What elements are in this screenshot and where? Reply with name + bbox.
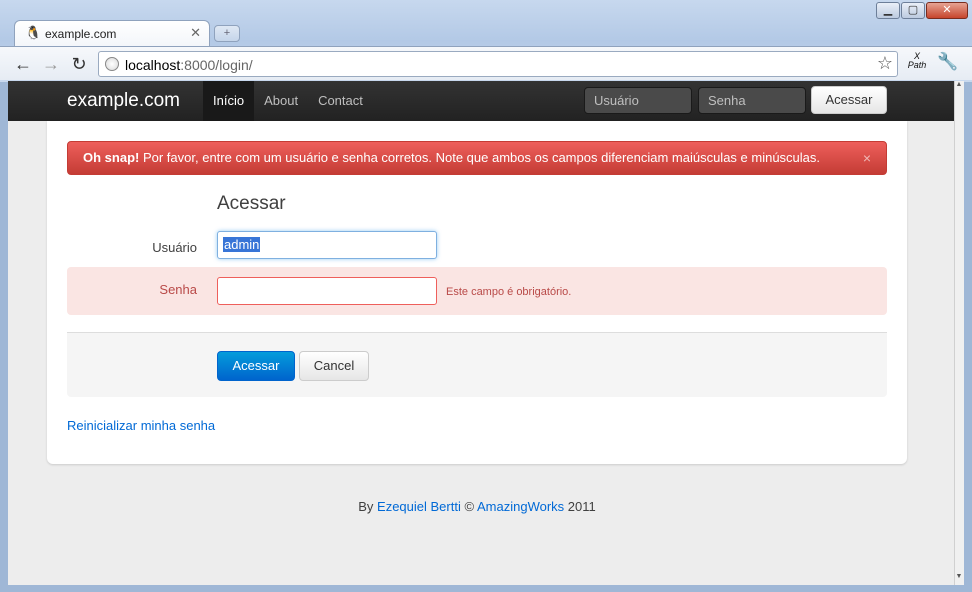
browser-toolbar: ← → ↻ localhost:8000/login/ ☆	[0, 46, 972, 80]
wrench-icon[interactable]: 🔧	[937, 52, 958, 72]
topbar-login-button[interactable]: Acessar	[811, 86, 887, 114]
brand-link[interactable]: example.com	[67, 90, 180, 112]
tab-title: example.com	[45, 27, 117, 41]
company-link[interactable]: AmazingWorks	[477, 499, 564, 514]
topbar-password-input[interactable]: Senha	[698, 87, 806, 114]
reset-password-link[interactable]: Reinicializar minha senha	[67, 418, 215, 433]
nav-item-contact[interactable]: Contact	[308, 81, 373, 121]
page-viewport: example.com Início About Contact Usuário…	[8, 81, 962, 585]
close-window-button[interactable]: ✕	[926, 2, 968, 19]
forward-arrow-icon[interactable]: →	[40, 53, 62, 75]
footer-year: 2011	[567, 499, 596, 514]
browser-tab[interactable]: 🐧 example.com ✕	[14, 20, 210, 46]
nav-item-about[interactable]: About	[254, 81, 308, 121]
username-input[interactable]: admin	[217, 231, 437, 259]
error-alert: Oh snap! Por favor, entre com um usuário…	[67, 141, 887, 175]
username-value: admin	[223, 237, 261, 252]
alert-strong: Oh snap!	[83, 150, 140, 165]
scroll-down-arrow-icon[interactable]: ▼	[954, 573, 964, 580]
xpath-extension-icon[interactable]: X Path	[906, 52, 928, 70]
username-row: Usuário admin	[67, 225, 887, 273]
tab-close-icon[interactable]: ✕	[190, 25, 201, 41]
footer-by: By	[358, 499, 374, 514]
top-nav: Início About Contact	[203, 81, 373, 121]
password-error-help: Este campo é obrigatório.	[446, 286, 572, 298]
globe-icon	[105, 57, 119, 71]
password-label: Senha	[159, 282, 197, 297]
alert-close-icon[interactable]: ×	[863, 142, 871, 174]
reload-icon[interactable]: ↻	[68, 53, 90, 75]
password-row: Senha Este campo é obrigatório.	[67, 267, 887, 315]
alert-message: Por favor, entre com um usuário e senha …	[142, 150, 821, 165]
topbar-username-input[interactable]: Usuário	[584, 87, 692, 114]
form-actions: Acessar Cancel	[67, 332, 887, 397]
nav-item-inicio[interactable]: Início	[203, 81, 255, 121]
minimize-button[interactable]: ▁	[876, 2, 900, 19]
content-box: Oh snap! Por favor, entre com um usuário…	[47, 121, 907, 464]
address-bar[interactable]: localhost:8000/login/ ☆	[98, 51, 898, 77]
scroll-up-arrow-icon[interactable]: ▲	[954, 81, 964, 88]
maximize-button[interactable]: ▢	[901, 2, 925, 19]
topbar: example.com Início About Contact Usuário…	[8, 81, 962, 121]
form-legend: Acessar	[217, 193, 286, 214]
username-label: Usuário	[152, 240, 197, 255]
bookmark-star-icon[interactable]: ☆	[877, 53, 893, 74]
password-input[interactable]	[217, 277, 437, 305]
scrollbar[interactable]	[954, 81, 964, 585]
new-tab-button[interactable]: +	[214, 25, 240, 42]
author-link[interactable]: Ezequiel Bertti	[377, 499, 461, 514]
footer: By Ezequiel Bertti © AmazingWorks 2011	[8, 499, 946, 514]
linux-penguin-icon: 🐧	[25, 25, 42, 40]
footer-copyright: ©	[464, 499, 475, 514]
back-arrow-icon[interactable]: ←	[12, 53, 34, 75]
cancel-button[interactable]: Cancel	[299, 351, 369, 381]
url-text: localhost:8000/login/	[125, 57, 253, 73]
submit-button[interactable]: Acessar	[217, 351, 295, 381]
